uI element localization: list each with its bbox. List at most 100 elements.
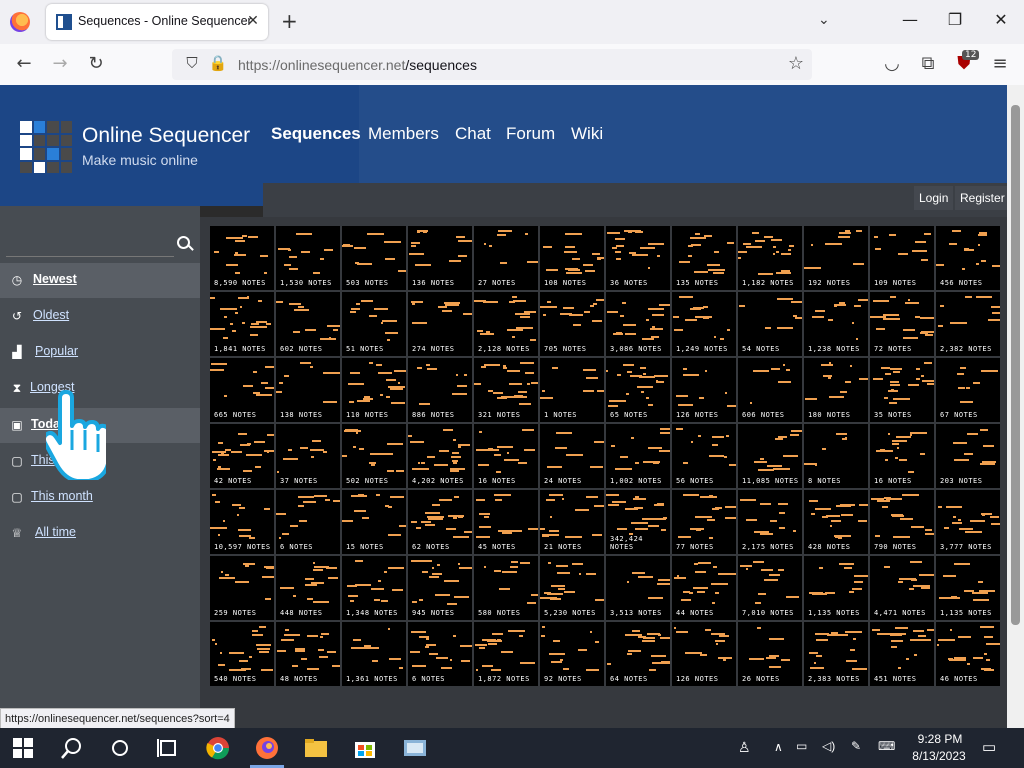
- notifications-icon[interactable]: ▭: [982, 738, 996, 756]
- sequence-thumbnail[interactable]: 36 NOTES: [606, 226, 670, 290]
- nav-wiki[interactable]: Wiki: [571, 124, 603, 144]
- nav-chat[interactable]: Chat: [455, 124, 491, 144]
- sequence-thumbnail[interactable]: 4,202 NOTES: [408, 424, 472, 488]
- sequence-thumbnail[interactable]: 21 NOTES: [540, 490, 604, 554]
- sequence-thumbnail[interactable]: 606 NOTES: [738, 358, 802, 422]
- sequence-thumbnail[interactable]: 945 NOTES: [408, 556, 472, 620]
- sequence-thumbnail[interactable]: 321 NOTES: [474, 358, 538, 422]
- search-icon[interactable]: [177, 236, 190, 249]
- sequence-thumbnail[interactable]: 4,471 NOTES: [870, 556, 934, 620]
- sequence-thumbnail[interactable]: 259 NOTES: [210, 556, 274, 620]
- sidebar-item-label[interactable]: All time: [35, 525, 76, 539]
- firefox-taskbar-icon[interactable]: [255, 736, 279, 760]
- hamburger-menu-icon[interactable]: ≡: [988, 53, 1012, 74]
- sidebar-item-newest[interactable]: ◷ Newest: [0, 263, 200, 298]
- sequence-thumbnail[interactable]: 203 NOTES: [936, 424, 1000, 488]
- sequence-thumbnail[interactable]: 342,424 NOTES: [606, 490, 670, 554]
- pen-icon[interactable]: ✎: [851, 739, 861, 753]
- lock-icon[interactable]: 🔒: [206, 54, 230, 72]
- sidebar-item-label[interactable]: This month: [31, 489, 93, 503]
- sequence-thumbnail[interactable]: 2,383 NOTES: [804, 622, 868, 686]
- register-button[interactable]: Register: [955, 186, 1010, 210]
- sequence-thumbnail[interactable]: 27 NOTES: [474, 226, 538, 290]
- nav-sequences[interactable]: Sequences: [271, 124, 361, 144]
- search-input[interactable]: [6, 232, 174, 257]
- sequence-thumbnail[interactable]: 2,175 NOTES: [738, 490, 802, 554]
- pocket-icon[interactable]: ◡: [880, 53, 904, 74]
- online-sequencer-logo-icon[interactable]: [20, 121, 72, 173]
- sequence-thumbnail[interactable]: 24 NOTES: [540, 424, 604, 488]
- sequence-thumbnail[interactable]: 16 NOTES: [870, 424, 934, 488]
- sequence-thumbnail[interactable]: 92 NOTES: [540, 622, 604, 686]
- sidebar-item-label[interactable]: Newest: [33, 272, 77, 286]
- sequence-thumbnail[interactable]: 10,597 NOTES: [210, 490, 274, 554]
- sequence-thumbnail[interactable]: 1,249 NOTES: [672, 292, 736, 356]
- sequence-thumbnail[interactable]: 503 NOTES: [342, 226, 406, 290]
- sequence-thumbnail[interactable]: 1,135 NOTES: [936, 556, 1000, 620]
- sequence-thumbnail[interactable]: 2,128 NOTES: [474, 292, 538, 356]
- nav-members[interactable]: Members: [368, 124, 439, 144]
- scrollbar-thumb[interactable]: [1011, 105, 1020, 625]
- sequence-thumbnail[interactable]: 135 NOTES: [672, 226, 736, 290]
- sequence-thumbnail[interactable]: 109 NOTES: [870, 226, 934, 290]
- sequence-thumbnail[interactable]: 6 NOTES: [276, 490, 340, 554]
- sequence-thumbnail[interactable]: 451 NOTES: [870, 622, 934, 686]
- browser-tab[interactable]: Sequences - Online Sequencer ✕: [46, 4, 268, 40]
- control-panel-icon[interactable]: [403, 736, 427, 760]
- sequence-thumbnail[interactable]: 886 NOTES: [408, 358, 472, 422]
- sequence-thumbnail[interactable]: 48 NOTES: [276, 622, 340, 686]
- sequence-thumbnail[interactable]: 665 NOTES: [210, 358, 274, 422]
- sequence-thumbnail[interactable]: 1,002 NOTES: [606, 424, 670, 488]
- sequence-thumbnail[interactable]: 1,361 NOTES: [342, 622, 406, 686]
- network-icon[interactable]: ▭: [796, 739, 807, 753]
- task-view-icon[interactable]: [156, 736, 180, 760]
- url-bar[interactable]: ⛉ 🔒 https://onlinesequencer.net/sequence…: [172, 49, 812, 80]
- sequence-thumbnail[interactable]: 108 NOTES: [540, 226, 604, 290]
- sequence-thumbnail[interactable]: 3,086 NOTES: [606, 292, 670, 356]
- bookmark-star-icon[interactable]: ☆: [784, 53, 808, 74]
- forward-arrow-icon[interactable]: →: [48, 53, 72, 74]
- sidebar-item-label[interactable]: Popular: [35, 344, 78, 358]
- login-button[interactable]: Login: [914, 186, 954, 210]
- sequence-thumbnail[interactable]: 1 NOTES: [540, 358, 604, 422]
- sequence-thumbnail[interactable]: 456 NOTES: [936, 226, 1000, 290]
- sequence-thumbnail[interactable]: 16 NOTES: [474, 424, 538, 488]
- sequence-thumbnail[interactable]: 3,513 NOTES: [606, 556, 670, 620]
- sequence-thumbnail[interactable]: 26 NOTES: [738, 622, 802, 686]
- sidebar-item-label[interactable]: Oldest: [33, 308, 69, 322]
- keyboard-icon[interactable]: ⌨: [878, 739, 895, 753]
- sequence-thumbnail[interactable]: 64 NOTES: [606, 622, 670, 686]
- firefox-menu-icon[interactable]: [10, 12, 30, 32]
- sequence-thumbnail[interactable]: 54 NOTES: [738, 292, 802, 356]
- sequence-thumbnail[interactable]: 15 NOTES: [342, 490, 406, 554]
- sequence-thumbnail[interactable]: 62 NOTES: [408, 490, 472, 554]
- sequence-thumbnail[interactable]: 7,010 NOTES: [738, 556, 802, 620]
- sequence-thumbnail[interactable]: 44 NOTES: [672, 556, 736, 620]
- people-icon[interactable]: ♙: [738, 739, 751, 756]
- sequence-thumbnail[interactable]: 35 NOTES: [870, 358, 934, 422]
- tab-close-icon[interactable]: ✕: [244, 12, 262, 30]
- sequence-thumbnail[interactable]: 790 NOTES: [870, 490, 934, 554]
- file-explorer-icon[interactable]: [304, 736, 328, 760]
- sequence-thumbnail[interactable]: 51 NOTES: [342, 292, 406, 356]
- sequence-thumbnail[interactable]: 1,841 NOTES: [210, 292, 274, 356]
- sidebar-item-oldest[interactable]: ↺ Oldest: [0, 299, 200, 334]
- sequence-thumbnail[interactable]: 502 NOTES: [342, 424, 406, 488]
- sequence-thumbnail[interactable]: 3,777 NOTES: [936, 490, 1000, 554]
- volume-icon[interactable]: ◁): [822, 739, 835, 753]
- clock-date[interactable]: 8/13/2023: [908, 749, 970, 763]
- extensions-icon[interactable]: ⧉: [916, 53, 940, 74]
- sequence-thumbnail[interactable]: 11,085 NOTES: [738, 424, 802, 488]
- sequence-thumbnail[interactable]: 1,348 NOTES: [342, 556, 406, 620]
- sidebar-item-all-time[interactable]: ♕ All time: [0, 516, 200, 551]
- list-tabs-chevron-icon[interactable]: ⌄: [818, 12, 830, 28]
- close-window-icon[interactable]: ✕: [986, 10, 1016, 29]
- nav-forum[interactable]: Forum: [506, 124, 555, 144]
- sequence-thumbnail[interactable]: 138 NOTES: [276, 358, 340, 422]
- sequence-thumbnail[interactable]: 1,238 NOTES: [804, 292, 868, 356]
- new-tab-icon[interactable]: +: [281, 11, 298, 31]
- sequence-thumbnail[interactable]: 8 NOTES: [804, 424, 868, 488]
- sequence-thumbnail[interactable]: 126 NOTES: [672, 622, 736, 686]
- sequence-thumbnail[interactable]: 428 NOTES: [804, 490, 868, 554]
- sequence-thumbnail[interactable]: 65 NOTES: [606, 358, 670, 422]
